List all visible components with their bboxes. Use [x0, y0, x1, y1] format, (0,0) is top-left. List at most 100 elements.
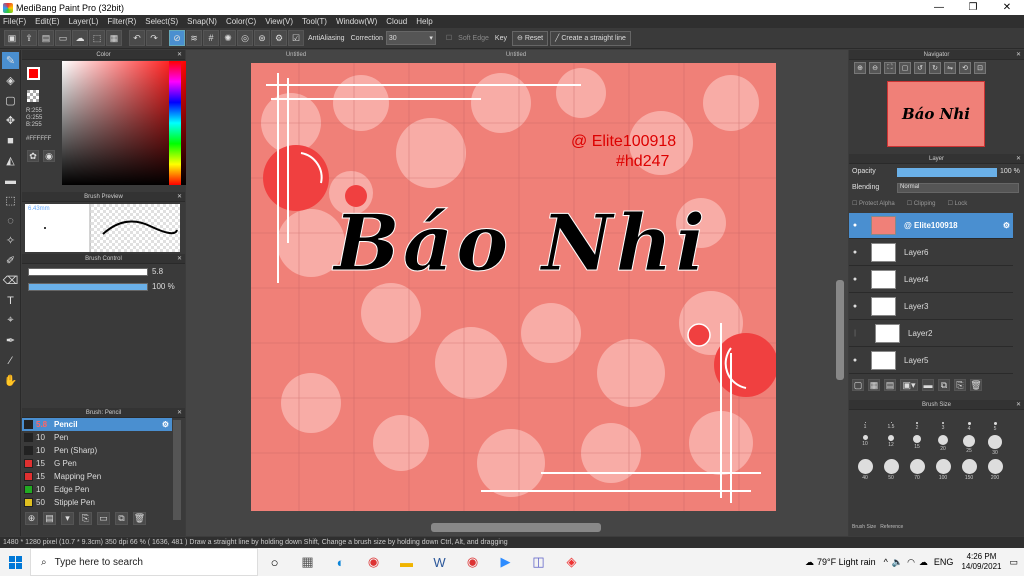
snap-off-icon[interactable]: ⊘	[169, 30, 185, 46]
tab-untitled-2[interactable]: Untitled	[406, 50, 626, 61]
menu-layer[interactable]: Layer(L)	[69, 17, 99, 26]
network-icon[interactable]: ◠	[907, 557, 915, 568]
snap-circle-icon[interactable]: ◎	[237, 30, 253, 46]
navigator-preview[interactable]: Báo Nhi	[887, 81, 985, 147]
layer-menu-icon[interactable]: ▣▾	[900, 379, 918, 391]
snap-grid-icon[interactable]: #	[203, 30, 219, 46]
transparent-swatch[interactable]	[27, 90, 39, 102]
brush-folder-icon[interactable]: ▭	[97, 512, 110, 525]
correction-select[interactable]: 30 ▾	[385, 31, 436, 45]
eye-icon[interactable]: ●	[849, 249, 861, 256]
palette-icon[interactable]: ✿	[27, 150, 39, 162]
select-eraser-icon[interactable]: ⌫	[2, 272, 19, 289]
brush-item[interactable]: 10 Pen (Sharp)	[22, 444, 172, 457]
brush-size-cell[interactable]: 10	[852, 435, 878, 456]
brush-size-cell[interactable]: 1	[852, 422, 878, 432]
panel-close-icon[interactable]: ✕	[1016, 154, 1021, 164]
merge-icon[interactable]: ⧉	[938, 379, 950, 391]
layer-row[interactable]: ● Layer5	[849, 348, 1013, 374]
folder-icon[interactable]: ▬	[922, 379, 934, 391]
menu-help[interactable]: Help	[416, 17, 432, 26]
reset-view-icon[interactable]: ⟲	[959, 62, 971, 74]
brush-new-icon[interactable]: ▤	[43, 512, 56, 525]
gear-icon[interactable]: ⚙	[162, 420, 169, 429]
brush-size-cell[interactable]: 5	[982, 422, 1008, 432]
task-view-icon[interactable]: ○	[258, 548, 291, 576]
menu-select[interactable]: Select(S)	[145, 17, 178, 26]
brush-size-slider[interactable]	[28, 268, 148, 276]
file-explorer-icon[interactable]: ▦	[291, 548, 324, 576]
menu-window[interactable]: Window(W)	[336, 17, 377, 26]
language-indicator[interactable]: ENG	[934, 557, 954, 567]
eye-icon[interactable]: ●	[849, 303, 861, 310]
color-picker-icon[interactable]: ◉	[43, 150, 55, 162]
brush-delete-icon[interactable]: 🗑	[133, 512, 146, 525]
volume-icon[interactable]: 🔈	[892, 557, 903, 568]
lock-view-icon[interactable]: ⊡	[974, 62, 986, 74]
menu-filter[interactable]: Filter(R)	[107, 17, 136, 26]
layer-row[interactable]: ● Layer3	[849, 294, 1013, 320]
new-8bit-layer-icon[interactable]: ▤	[884, 379, 896, 391]
actual-size-icon[interactable]: ▢	[899, 62, 911, 74]
maximize-button[interactable]: ❐	[956, 2, 990, 13]
brush-size-cell[interactable]: 15	[904, 435, 930, 456]
brush-size-cell[interactable]: 200	[982, 459, 1008, 481]
brush-tool-icon[interactable]: ✎	[2, 52, 19, 69]
brush-list-scrollbar[interactable]	[173, 420, 181, 520]
panel-divide-icon[interactable]: ⌖	[2, 312, 19, 329]
reset-button[interactable]: ⊖ Reset	[511, 30, 549, 46]
zoom-out-icon[interactable]: ⊖	[869, 62, 881, 74]
brush-size-cell[interactable]: 1.5	[878, 422, 904, 432]
share-icon[interactable]: ⬚	[89, 30, 105, 46]
layer-row[interactable]: ● Layer4	[849, 267, 1013, 293]
clipping-checkbox[interactable]: ☐ Clipping	[907, 200, 936, 207]
eyedropper-icon[interactable]: ✒	[2, 332, 19, 349]
layer-row[interactable]: ● @ Elite100918 ⚙	[849, 213, 1013, 239]
cloud-icon[interactable]: ☁	[72, 30, 88, 46]
layer-opacity-slider[interactable]	[897, 168, 997, 177]
eye-icon[interactable]: ●	[849, 276, 861, 283]
panel-close-icon[interactable]: ✕	[1016, 400, 1021, 410]
lock-checkbox[interactable]: ☐ Lock	[947, 200, 967, 207]
panel-close-icon[interactable]: ✕	[1016, 50, 1021, 60]
tab-brush-size[interactable]: Brush Size	[852, 524, 876, 530]
minimize-button[interactable]: —	[922, 2, 956, 13]
onedrive-icon[interactable]: ☁	[919, 557, 928, 568]
panel-close-icon[interactable]: ✕	[177, 50, 182, 60]
brush-size-cell[interactable]: 40	[852, 459, 878, 481]
brush-item[interactable]: 5.8 Pencil ⚙	[22, 418, 172, 431]
open-icon[interactable]: ⇪	[21, 30, 37, 46]
taskbar-search[interactable]: ⌕ Type here to search	[30, 548, 258, 576]
move-tool-icon[interactable]: ✥	[2, 112, 19, 129]
eye-icon[interactable]: ●	[849, 357, 861, 364]
menu-view[interactable]: View(V)	[265, 17, 293, 26]
antialias-checkbox[interactable]: ☑	[288, 30, 304, 46]
brush-dup-icon[interactable]: ⧉	[115, 512, 128, 525]
comment-icon[interactable]: ▭	[55, 30, 71, 46]
layer-row[interactable]: ● Layer6	[849, 240, 1013, 266]
bucket-tool-icon[interactable]: ◭	[2, 152, 19, 169]
notification-icon[interactable]: ▭	[1009, 557, 1018, 568]
chrome-profile-icon[interactable]: ◉	[456, 548, 489, 576]
teams-icon[interactable]: ◫	[522, 548, 555, 576]
brush-size-cell[interactable]: 70	[904, 459, 930, 481]
new-icon[interactable]: ▣	[4, 30, 20, 46]
blending-select[interactable]: Normal	[897, 183, 1019, 193]
brush-size-cell[interactable]: 20	[930, 435, 956, 456]
delete-layer-icon[interactable]: 🗑	[970, 379, 982, 391]
chrome-icon[interactable]: ◉	[357, 548, 390, 576]
layer-row[interactable]: | Layer2	[849, 321, 1013, 347]
fill-tool-icon[interactable]: ■	[2, 132, 19, 149]
dot-tool-icon[interactable]: ▢	[2, 92, 19, 109]
fit-icon[interactable]: ⛶	[884, 62, 896, 74]
foreground-color-swatch[interactable]	[27, 67, 40, 80]
menu-tool[interactable]: Tool(T)	[302, 17, 327, 26]
snap-settings-icon[interactable]: ⚙	[271, 30, 287, 46]
rotate-left-icon[interactable]: ↺	[914, 62, 926, 74]
gear-icon[interactable]: ⚙	[1003, 221, 1010, 230]
medibang-icon[interactable]: ◈	[555, 548, 588, 576]
menu-snap[interactable]: Snap(N)	[187, 17, 217, 26]
weather-text[interactable]: 79°F Light rain	[817, 557, 876, 567]
clock[interactable]: 4:26 PM 14/09/2021	[961, 552, 1001, 572]
pen-tool-icon[interactable]: ⁄	[2, 352, 19, 369]
